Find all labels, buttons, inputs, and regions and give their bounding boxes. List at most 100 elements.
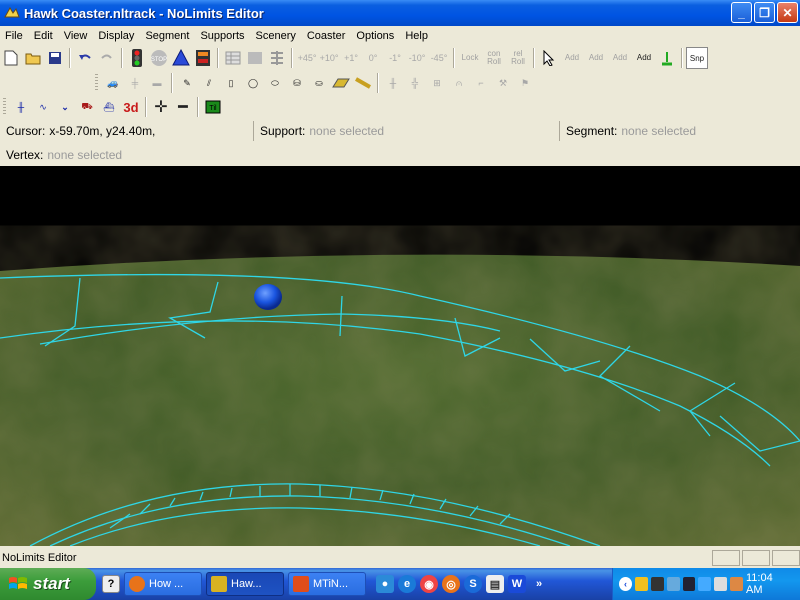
separator: [197, 97, 199, 117]
menu-scenery[interactable]: Scenery: [251, 30, 302, 42]
minimize-button[interactable]: _: [731, 2, 752, 23]
menu-edit[interactable]: Edit: [29, 30, 59, 42]
menu-file[interactable]: File: [0, 30, 29, 42]
quick-launch: ?: [102, 575, 120, 593]
bend-icon[interactable]: ⌐: [470, 72, 492, 94]
menu-view[interactable]: View: [59, 30, 94, 42]
green-pin-icon[interactable]: [656, 47, 678, 69]
menu-supports[interactable]: Supports: [195, 30, 250, 42]
lock-button[interactable]: Lock: [458, 54, 482, 62]
stack-icon[interactable]: [266, 47, 288, 69]
train-icon[interactable]: ⛟: [76, 96, 98, 118]
traffic-light-icon[interactable]: [126, 47, 148, 69]
menu-display[interactable]: Display: [93, 30, 140, 42]
chrome-icon[interactable]: ◉: [420, 575, 438, 593]
car-icon[interactable]: 🚙: [102, 72, 124, 94]
undo-icon[interactable]: [74, 47, 96, 69]
frame-icon[interactable]: ╬: [404, 72, 426, 94]
close-button[interactable]: ✕: [777, 2, 798, 23]
cylinder-icon[interactable]: ◯: [242, 72, 264, 94]
zoom-out-icon[interactable]: ━: [172, 96, 194, 118]
help-icon[interactable]: ?: [102, 575, 120, 593]
add-support-button[interactable]: Add: [608, 54, 632, 62]
taskbar-item-browser[interactable]: How ...: [124, 572, 202, 596]
save-icon[interactable]: [44, 47, 66, 69]
angle-plus10[interactable]: +10°: [318, 47, 340, 69]
tray-icon-3[interactable]: [666, 577, 680, 591]
menu-coaster[interactable]: Coaster: [302, 30, 352, 42]
brake-icon[interactable]: ▬: [146, 72, 168, 94]
block-icon[interactable]: [244, 47, 266, 69]
messenger-icon[interactable]: ●: [376, 575, 394, 593]
redo-icon[interactable]: [96, 47, 118, 69]
station-icon[interactable]: [192, 47, 214, 69]
pencil-icon[interactable]: ✎: [176, 72, 198, 94]
add-segment-button[interactable]: Add: [560, 54, 584, 62]
add-node-button[interactable]: Add: [632, 54, 656, 62]
expand-quicklaunch-icon[interactable]: »: [530, 575, 548, 593]
zoom-in-icon[interactable]: ✛: [150, 96, 172, 118]
separator: [681, 48, 683, 68]
drum-wide-icon[interactable]: ⛀: [308, 72, 330, 94]
angle-minus1[interactable]: -1°: [384, 47, 406, 69]
new-file-icon[interactable]: [0, 47, 22, 69]
3d-viewport[interactable]: [0, 166, 800, 546]
windows-flag-icon: [9, 577, 27, 589]
stop-sign-icon[interactable]: STOP: [148, 47, 170, 69]
grid-table-icon[interactable]: [222, 47, 244, 69]
track-rails-icon[interactable]: ╫: [10, 96, 32, 118]
3d-view-button[interactable]: 3d: [120, 96, 142, 118]
transfer-icon[interactable]: [170, 47, 192, 69]
scene-canvas[interactable]: [0, 166, 800, 546]
tie-icon[interactable]: ╪: [124, 72, 146, 94]
tray-expand-icon[interactable]: ‹: [619, 577, 632, 591]
taskbar-item-mtin[interactable]: MTiN...: [288, 572, 366, 596]
pointer-icon[interactable]: [538, 47, 560, 69]
angle-minus10[interactable]: -10°: [406, 47, 428, 69]
word-icon[interactable]: W: [508, 575, 526, 593]
angle-minus45[interactable]: -45°: [428, 47, 450, 69]
cylinder-thin-icon[interactable]: ▯: [220, 72, 242, 94]
pillar-icon[interactable]: ╫: [382, 72, 404, 94]
open-folder-icon[interactable]: [22, 47, 44, 69]
angle-zero[interactable]: 0°: [362, 47, 384, 69]
view-toolbar: ╫ ∿ ⌄ ⛟ ⛴ 3d ✛ ━ Til: [0, 95, 800, 119]
track-wave-icon[interactable]: ∿: [32, 96, 54, 118]
skype-icon[interactable]: S: [464, 575, 482, 593]
segment-field: Segment: none selected: [560, 121, 800, 141]
angle-plus1[interactable]: +1°: [340, 47, 362, 69]
menu-help[interactable]: Help: [400, 30, 434, 42]
terrain-icon[interactable]: Til: [202, 96, 224, 118]
add-vertex-button[interactable]: Add: [584, 54, 608, 62]
rel-roll-button[interactable]: rel Roll: [506, 50, 530, 66]
tray-icon-5[interactable]: [730, 577, 743, 591]
tray-icon-1[interactable]: [634, 577, 648, 591]
truss-icon[interactable]: ⊞: [426, 72, 448, 94]
tray-network-icon[interactable]: [698, 577, 712, 591]
drum-icon[interactable]: ⛁: [286, 72, 308, 94]
arch-icon[interactable]: ⩀: [448, 72, 470, 94]
ie-icon[interactable]: e: [398, 575, 416, 593]
menu-options[interactable]: Options: [351, 30, 400, 42]
menu-segment[interactable]: Segment: [140, 30, 195, 42]
flag-icon[interactable]: ⚑: [514, 72, 536, 94]
con-roll-button[interactable]: con Roll: [482, 50, 506, 66]
beam-icon[interactable]: [330, 72, 352, 94]
cylinder-wide-icon[interactable]: ⬭: [264, 72, 286, 94]
track-dip-icon[interactable]: ⌄: [54, 96, 76, 118]
tray-icon-2[interactable]: [650, 577, 664, 591]
document-icon[interactable]: ▤: [486, 575, 504, 593]
hammer-icon[interactable]: ⚒: [492, 72, 514, 94]
start-button[interactable]: start: [0, 568, 96, 600]
tray-icon-4[interactable]: [682, 577, 696, 591]
tray-volume-icon[interactable]: [714, 577, 728, 591]
double-pencil-icon[interactable]: ⫽: [198, 72, 220, 94]
beam-diagonal-icon[interactable]: [352, 72, 374, 94]
vertex-handle[interactable]: [254, 284, 282, 310]
snap-button[interactable]: Snp: [686, 47, 708, 69]
firefox-quick-icon[interactable]: ◎: [442, 575, 460, 593]
station-train-icon[interactable]: ⛴: [98, 96, 120, 118]
taskbar-item-nolimits[interactable]: Haw...: [206, 572, 284, 596]
maximize-button[interactable]: ❐: [754, 2, 775, 23]
angle-plus45[interactable]: +45°: [296, 47, 318, 69]
